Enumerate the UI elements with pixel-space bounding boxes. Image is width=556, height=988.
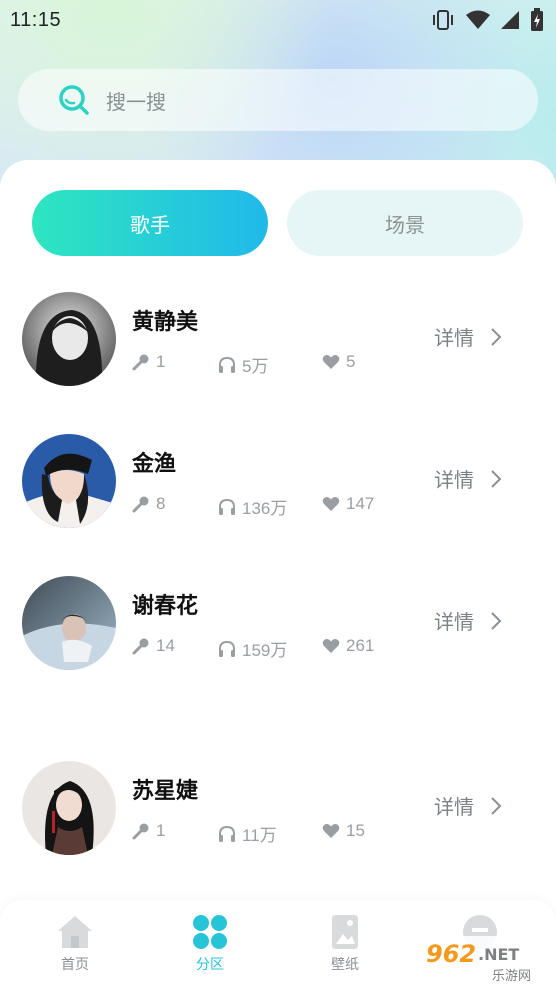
detail-label: 详情 bbox=[434, 797, 474, 819]
tab-singers[interactable]: 歌手 bbox=[32, 190, 268, 256]
headphones-icon bbox=[219, 825, 235, 842]
detail-link[interactable]: 详情 bbox=[434, 322, 502, 351]
microphone-icon bbox=[132, 638, 149, 655]
nav-item-home[interactable]: 首页 bbox=[35, 914, 115, 974]
song-count: 1 bbox=[132, 352, 165, 372]
artist-name: 苏星婕 bbox=[132, 778, 199, 803]
watermark-logo: 962 .NET 乐游网 bbox=[416, 936, 552, 986]
signal-icon bbox=[501, 11, 519, 29]
artist-item[interactable]: 谢春花 14 159万 261 详情 bbox=[22, 576, 542, 672]
detail-label: 详情 bbox=[434, 470, 474, 492]
like-count-value: 261 bbox=[346, 636, 375, 655]
headphones-icon bbox=[219, 640, 235, 657]
play-count-value: 159万 bbox=[242, 641, 288, 660]
artist-item[interactable]: 黄静美 1 5万 5 详情 bbox=[22, 292, 542, 388]
like-count: 5 bbox=[322, 352, 355, 372]
detail-label: 详情 bbox=[434, 328, 474, 350]
chevron-right-icon bbox=[491, 469, 502, 488]
search-input[interactable]: 搜一搜 bbox=[106, 86, 166, 115]
svg-text:乐游网: 乐游网 bbox=[492, 969, 531, 984]
heart-icon bbox=[322, 497, 340, 511]
like-count-value: 5 bbox=[346, 352, 356, 371]
song-count: 14 bbox=[132, 636, 175, 656]
artist-item[interactable]: 苏星婕 1 11万 15 详情 bbox=[22, 761, 542, 857]
tab-scenes[interactable]: 场景 bbox=[287, 190, 523, 256]
artist-item[interactable]: 金渔 8 136万 147 详情 bbox=[22, 434, 542, 530]
avatar bbox=[22, 292, 116, 386]
play-count: 159万 bbox=[218, 636, 287, 661]
microphone-icon bbox=[132, 354, 149, 371]
song-count-value: 8 bbox=[156, 494, 166, 513]
play-count: 136万 bbox=[218, 494, 287, 519]
play-count-value: 11万 bbox=[242, 826, 277, 845]
nav-label-home: 首页 bbox=[61, 956, 89, 972]
avatar bbox=[22, 434, 116, 528]
avatar bbox=[22, 761, 116, 855]
song-count: 1 bbox=[132, 821, 165, 841]
like-count: 261 bbox=[322, 636, 374, 656]
artist-name: 金渔 bbox=[132, 451, 177, 476]
vibrate-icon bbox=[433, 10, 453, 30]
nav-label-category: 分区 bbox=[196, 956, 224, 972]
heart-icon bbox=[322, 355, 340, 369]
nav-item-category[interactable]: 分区 bbox=[170, 914, 250, 974]
avatar bbox=[22, 576, 116, 670]
like-count-value: 15 bbox=[346, 821, 365, 840]
tab-bar: 歌手 场景 bbox=[32, 190, 524, 256]
song-count: 8 bbox=[132, 494, 165, 514]
artist-name: 黄静美 bbox=[132, 309, 199, 334]
battery-icon bbox=[531, 8, 543, 31]
wallpaper-icon bbox=[332, 915, 358, 949]
search-bar[interactable]: 搜一搜 bbox=[18, 69, 538, 131]
headphones-icon bbox=[219, 356, 235, 373]
detail-link[interactable]: 详情 bbox=[434, 606, 502, 635]
like-count: 147 bbox=[322, 494, 374, 514]
like-count-value: 147 bbox=[346, 494, 375, 513]
detail-label: 详情 bbox=[434, 612, 474, 634]
detail-link[interactable]: 详情 bbox=[434, 791, 502, 820]
nav-item-wallpaper[interactable]: 壁纸 bbox=[305, 914, 385, 974]
chevron-right-icon bbox=[491, 796, 502, 815]
nav-label-wallpaper: 壁纸 bbox=[331, 956, 359, 972]
play-count-value: 136万 bbox=[242, 499, 288, 518]
song-count-value: 14 bbox=[156, 636, 175, 655]
svg-text:962: 962 bbox=[426, 940, 476, 968]
status-time: 11:15 bbox=[10, 8, 62, 31]
status-icons bbox=[430, 8, 544, 32]
home-icon bbox=[58, 916, 92, 948]
category-icon bbox=[193, 915, 227, 949]
microphone-icon bbox=[132, 823, 149, 840]
headphones-icon bbox=[219, 498, 235, 515]
heart-icon bbox=[322, 639, 340, 653]
play-count-value: 5万 bbox=[242, 357, 269, 376]
like-count: 15 bbox=[322, 821, 365, 841]
search-icon bbox=[59, 85, 89, 115]
chevron-right-icon bbox=[491, 611, 502, 630]
song-count-value: 1 bbox=[156, 821, 166, 840]
chevron-right-icon bbox=[491, 327, 502, 346]
play-count: 5万 bbox=[218, 352, 268, 377]
wifi-icon bbox=[466, 10, 490, 29]
status-bar: 11:15 bbox=[0, 0, 556, 40]
microphone-icon bbox=[132, 496, 149, 513]
detail-link[interactable]: 详情 bbox=[434, 464, 502, 493]
song-count-value: 1 bbox=[156, 352, 166, 371]
heart-icon bbox=[322, 824, 340, 838]
svg-text:.NET: .NET bbox=[478, 945, 519, 964]
play-count: 11万 bbox=[218, 821, 277, 846]
artist-name: 谢春花 bbox=[132, 593, 199, 618]
